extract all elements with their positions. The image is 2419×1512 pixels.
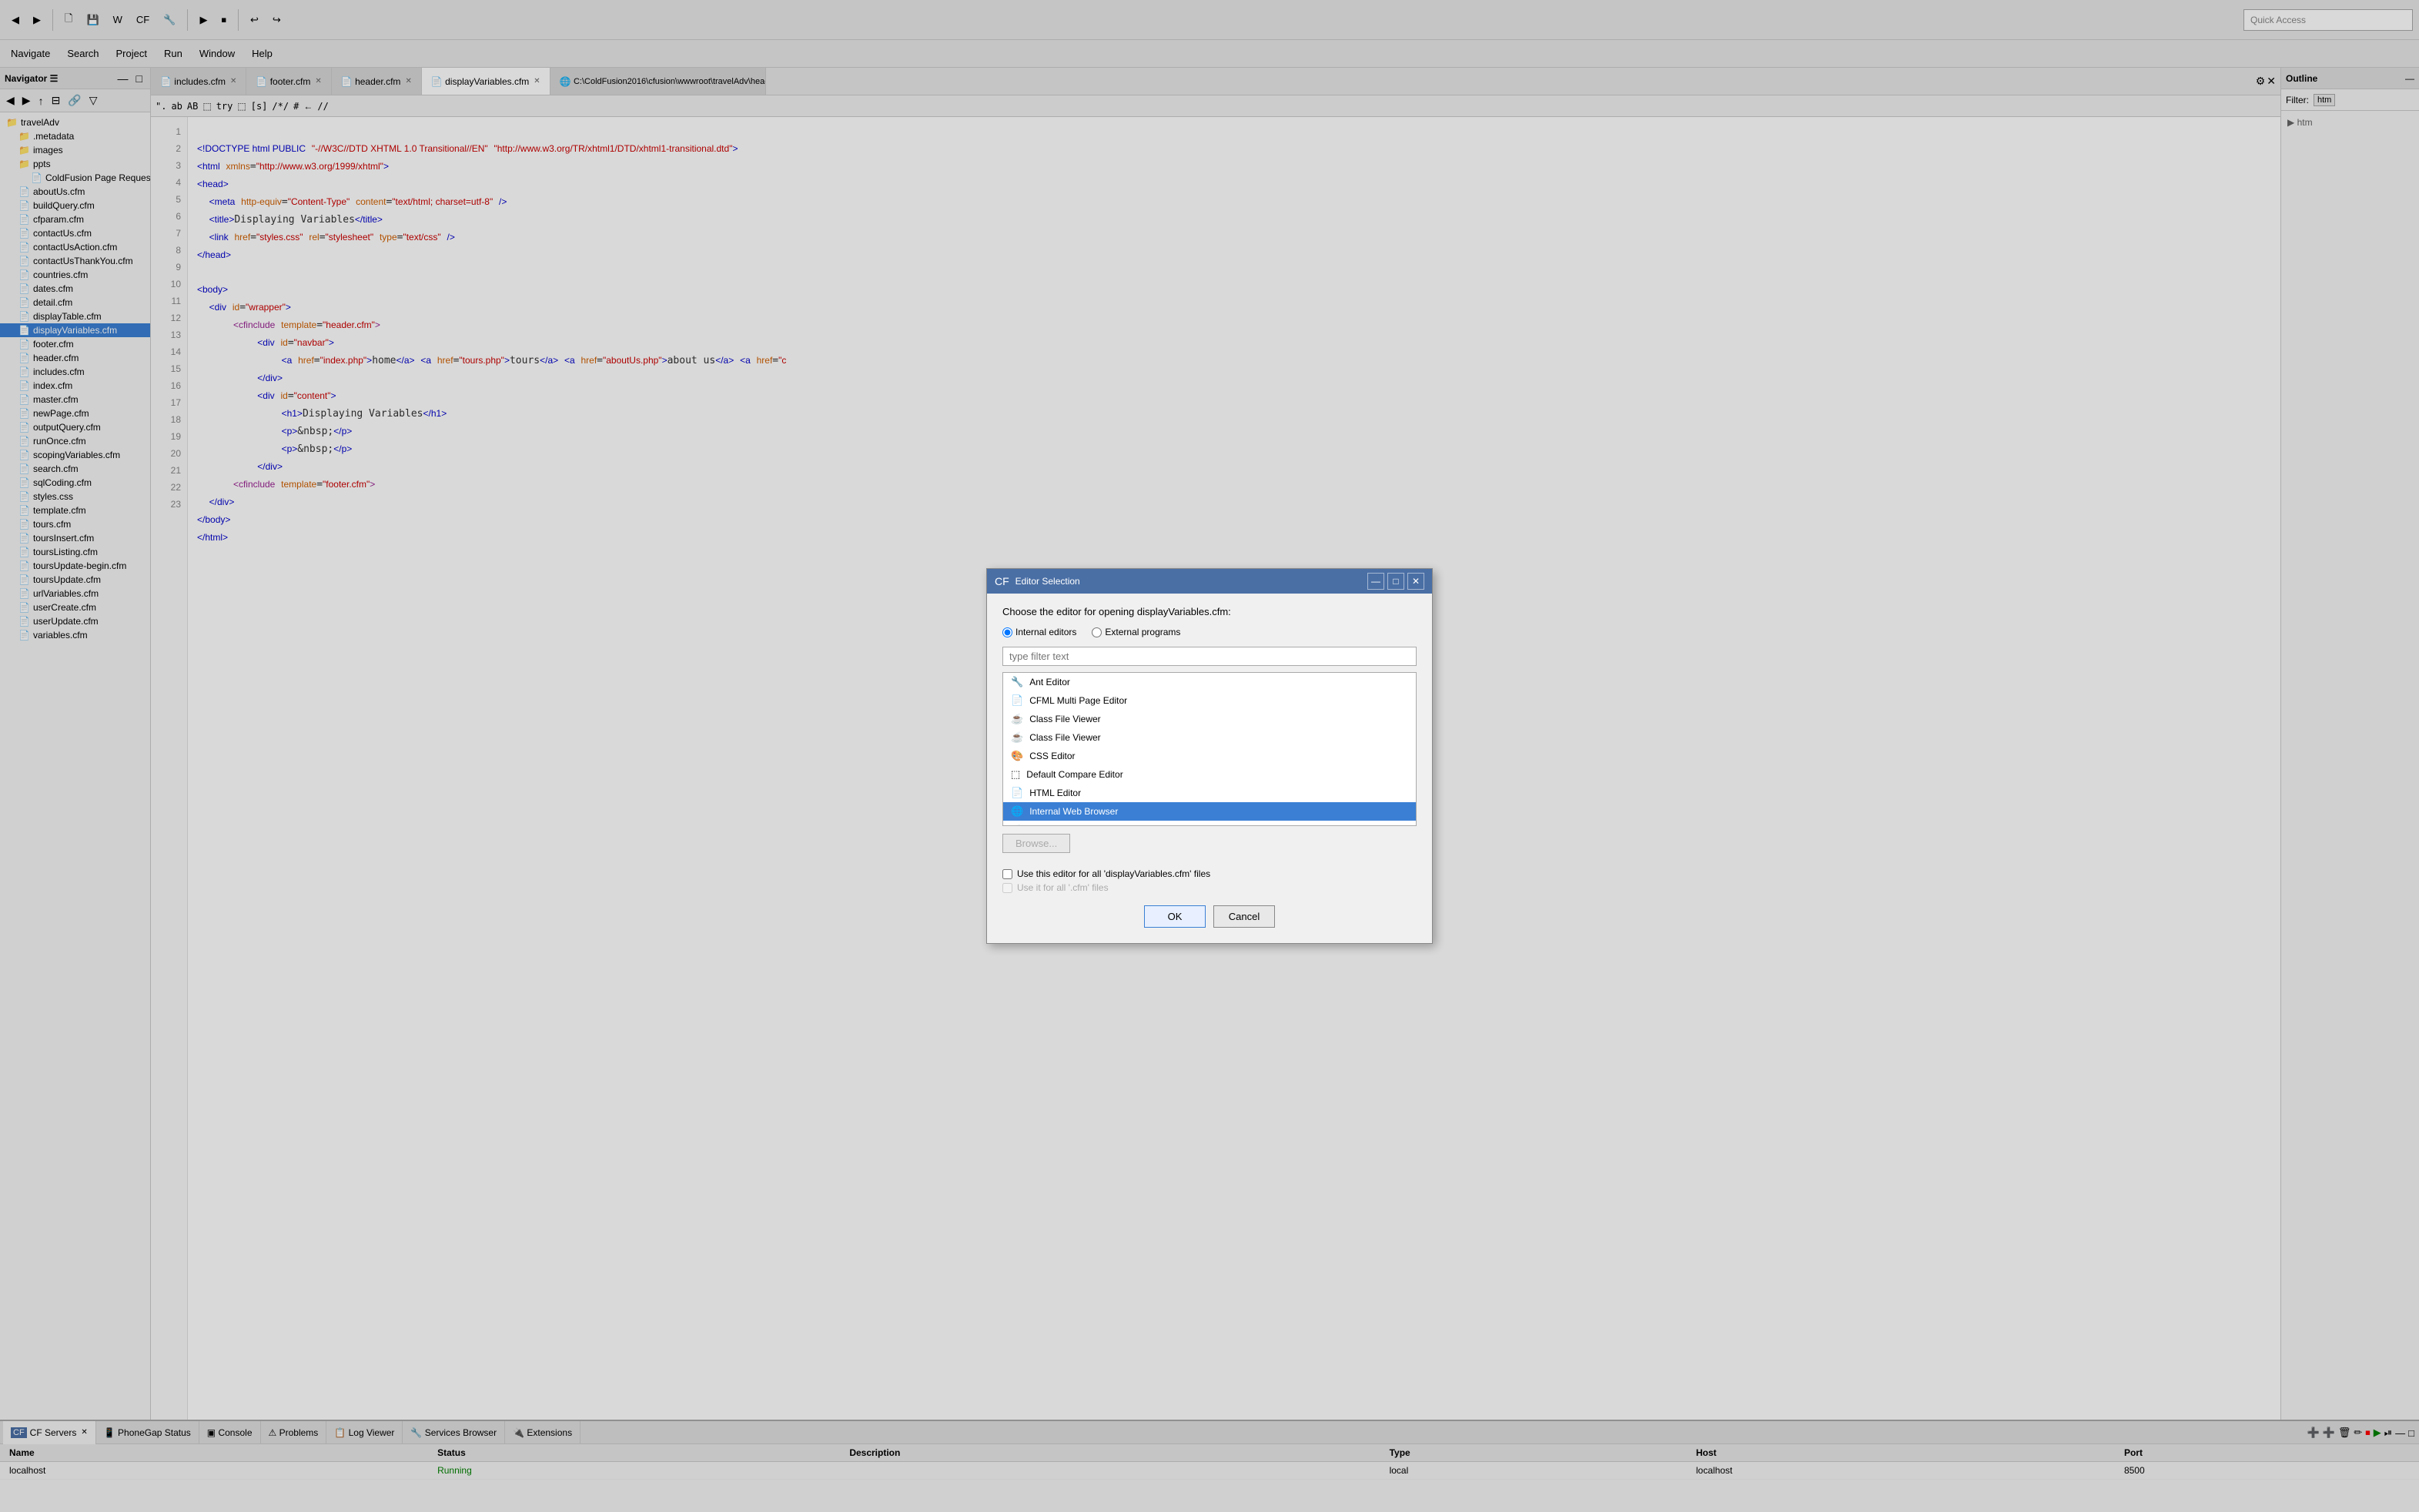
dialog-buttons: OK Cancel [1002, 902, 1417, 931]
checkbox-use-for-file-input[interactable] [1002, 869, 1012, 879]
dialog-minimize-btn[interactable]: — [1367, 573, 1384, 590]
dialog-list-item[interactable]: 🔧 Ant Editor [1003, 673, 1416, 691]
dialog-list-item[interactable]: ☕ Class File Viewer [1003, 728, 1416, 747]
dialog-cancel-button[interactable]: Cancel [1213, 905, 1275, 928]
editor-selection-dialog: CF Editor Selection — □ ✕ Choose the edi… [986, 568, 1433, 944]
checkbox-use-for-file-label: Use this editor for all 'displayVariable… [1017, 868, 1210, 879]
dialog-list-item[interactable]: ☕ Class File Viewer [1003, 710, 1416, 728]
dialog-list-item[interactable]: 📄 CFML Multi Page Editor [1003, 691, 1416, 710]
editor-name: Class File Viewer [1029, 732, 1100, 743]
radio-internal-label: Internal editors [1015, 627, 1076, 637]
dialog-list-item[interactable]: ☕ JAR Export Wizard [1003, 821, 1416, 826]
dialog-list-item[interactable]: 🌐 Internal Web Browser [1003, 802, 1416, 821]
radio-external-input[interactable] [1092, 627, 1102, 637]
dialog-titlebar-buttons: — □ ✕ [1367, 573, 1424, 590]
editor-name: Ant Editor [1029, 677, 1070, 687]
dialog-checkboxes: Use this editor for all 'displayVariable… [1002, 868, 1417, 893]
editor-icon: 🌐 [1011, 805, 1023, 818]
radio-internal-editors[interactable]: Internal editors [1002, 627, 1076, 637]
dialog-list-item[interactable]: 📄 HTML Editor [1003, 784, 1416, 802]
checkbox-use-for-all: Use it for all '.cfm' files [1002, 882, 1417, 893]
dialog-titlebar: CF Editor Selection — □ ✕ [987, 569, 1432, 594]
dialog-ok-button[interactable]: OK [1144, 905, 1206, 928]
dialog-list-item[interactable]: 🎨 CSS Editor [1003, 747, 1416, 765]
dialog-editor-list: 🔧 Ant Editor 📄 CFML Multi Page Editor ☕ Class… [1002, 672, 1417, 826]
dialog-description: Choose the editor for opening displayVar… [1002, 606, 1417, 617]
checkbox-use-for-file[interactable]: Use this editor for all 'displayVariable… [1002, 868, 1417, 879]
radio-internal-input[interactable] [1002, 627, 1012, 637]
editor-name: Default Compare Editor [1026, 769, 1123, 780]
editor-name: HTML Editor [1029, 788, 1081, 798]
dialog-title-left: CF Editor Selection [995, 575, 1080, 587]
editor-icon: ☕ [1011, 731, 1023, 744]
editor-name: CSS Editor [1029, 751, 1075, 761]
checkbox-use-for-all-input [1002, 883, 1012, 893]
editor-name: CFML Multi Page Editor [1029, 695, 1127, 706]
dialog-overlay: CF Editor Selection — □ ✕ Choose the edi… [0, 0, 2419, 1512]
editor-icon: ☕ [1011, 713, 1023, 725]
dialog-maximize-btn[interactable]: □ [1387, 573, 1404, 590]
dialog-filter-input[interactable] [1002, 647, 1417, 666]
editor-icon: 🎨 [1011, 750, 1023, 762]
dialog-title-icon: CF [995, 575, 1009, 587]
editor-icon: ☕ [1011, 824, 1023, 826]
editor-icon: 📄 [1011, 694, 1023, 707]
dialog-radio-group: Internal editors External programs [1002, 627, 1417, 637]
dialog-title-text: Editor Selection [1015, 576, 1080, 587]
editor-name: JAR Export Wizard [1029, 825, 1107, 826]
radio-external-programs[interactable]: External programs [1092, 627, 1180, 637]
dialog-body: Choose the editor for opening displayVar… [987, 594, 1432, 943]
editor-name: Internal Web Browser [1029, 806, 1118, 817]
editor-name: Class File Viewer [1029, 714, 1100, 724]
checkbox-use-for-all-label: Use it for all '.cfm' files [1017, 882, 1109, 893]
dialog-browse-button[interactable]: Browse... [1002, 834, 1070, 853]
dialog-list-item[interactable]: ⬚ Default Compare Editor [1003, 765, 1416, 784]
editor-icon: 🔧 [1011, 676, 1023, 688]
radio-external-label: External programs [1105, 627, 1180, 637]
dialog-close-btn[interactable]: ✕ [1407, 573, 1424, 590]
editor-icon: ⬚ [1011, 768, 1020, 781]
editor-icon: 📄 [1011, 787, 1023, 799]
